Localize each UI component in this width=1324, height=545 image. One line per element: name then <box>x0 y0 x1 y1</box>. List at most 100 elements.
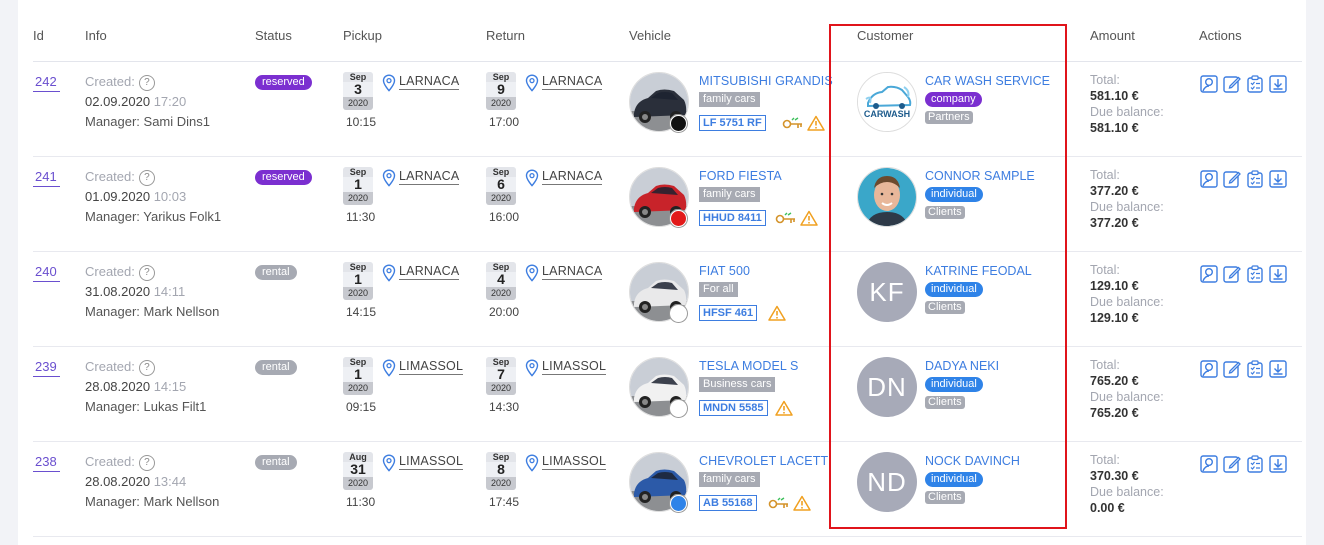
warning-icon[interactable] <box>768 305 786 321</box>
vehicle-color-dot <box>670 495 687 512</box>
header-return[interactable]: Return <box>486 28 525 43</box>
return-location-link[interactable]: LARNACA <box>542 74 603 90</box>
help-icon[interactable]: ? <box>138 75 155 91</box>
bookings-panel: Id Info Status Pickup Return Vehicle Cus… <box>18 0 1306 545</box>
help-icon[interactable]: ? <box>138 360 155 376</box>
header-status[interactable]: Status <box>255 28 292 43</box>
vehicle-category-tag: family cars <box>699 472 760 487</box>
user-search-icon[interactable] <box>1200 265 1218 283</box>
manager-label: Manager: Mark Nellson <box>85 304 219 319</box>
booking-id-link[interactable]: 242 <box>33 74 60 92</box>
header-id[interactable]: Id <box>33 28 44 43</box>
vehicle-plate: LF 5751 RF <box>699 115 766 131</box>
due-balance-value: 129.10 € <box>1090 311 1139 325</box>
table-row: 242 Created:? 02.09.2020 17:20 Manager: … <box>18 62 1306 157</box>
edit-icon[interactable] <box>1223 75 1241 93</box>
key-icon <box>768 497 788 509</box>
key-icon <box>782 117 802 129</box>
checklist-icon[interactable] <box>1246 265 1264 283</box>
checklist-icon[interactable] <box>1246 170 1264 188</box>
edit-icon[interactable] <box>1223 360 1241 378</box>
pickup-location-link[interactable]: LARNACA <box>399 264 460 280</box>
booking-id-link[interactable]: 240 <box>33 264 60 282</box>
total-value: 377.20 € <box>1090 184 1139 198</box>
return-day: 8 <box>497 461 505 477</box>
return-year: 2020 <box>486 477 516 490</box>
return-calendar-icon: Sep 4 2020 <box>486 262 516 300</box>
edit-icon[interactable] <box>1223 170 1241 188</box>
checklist-icon[interactable] <box>1246 455 1264 473</box>
due-balance-value: 581.10 € <box>1090 121 1139 135</box>
warning-icon[interactable] <box>775 400 793 416</box>
header-amount[interactable]: Amount <box>1090 28 1135 43</box>
booking-id-link[interactable]: 241 <box>33 169 60 187</box>
created-time: 13:44 <box>153 474 187 489</box>
created-date: 01.09.2020 <box>85 189 151 204</box>
total-label: Total: <box>1090 73 1120 87</box>
help-icon[interactable]: ? <box>138 170 155 186</box>
download-icon[interactable] <box>1269 75 1287 93</box>
download-icon[interactable] <box>1269 455 1287 473</box>
vehicle-name-link[interactable]: CHEVROLET LACETTI <box>699 454 832 468</box>
manager-label: Manager: Yarikus Folk1 <box>85 209 221 224</box>
download-icon[interactable] <box>1269 360 1287 378</box>
help-icon[interactable]: ? <box>138 455 155 471</box>
pickup-calendar-icon: Sep 1 2020 <box>343 357 373 395</box>
download-icon[interactable] <box>1269 170 1287 188</box>
status-badge: rental <box>255 265 297 280</box>
vehicle-name-link[interactable]: MITSUBISHI GRANDIS <box>699 74 833 88</box>
return-day: 6 <box>497 176 505 192</box>
edit-icon[interactable] <box>1223 265 1241 283</box>
user-search-icon[interactable] <box>1200 360 1218 378</box>
pickup-location-link[interactable]: LARNACA <box>399 74 460 90</box>
edit-icon[interactable] <box>1223 455 1241 473</box>
booking-id-link[interactable]: 238 <box>33 454 60 472</box>
due-balance-value: 377.20 € <box>1090 216 1139 230</box>
warning-icon[interactable] <box>800 210 818 226</box>
checklist-icon[interactable] <box>1246 75 1264 93</box>
manager-name: Manager: Yarikus Folk1 <box>85 209 222 224</box>
row-divider <box>33 536 1302 537</box>
warning-icon[interactable] <box>793 495 811 511</box>
return-day: 7 <box>497 366 505 382</box>
pickup-day: 1 <box>354 271 362 287</box>
location-pin-icon <box>525 74 539 92</box>
return-location-link[interactable]: LIMASSOL <box>542 359 607 375</box>
vehicle-name-link[interactable]: FIAT 500 <box>699 264 750 278</box>
due-balance-value: 765.20 € <box>1090 406 1139 420</box>
location-pin-icon <box>525 169 539 187</box>
status-badge: rental <box>255 360 297 375</box>
pickup-location-link[interactable]: LIMASSOL <box>399 359 464 375</box>
return-location-link[interactable]: LARNACA <box>542 264 603 280</box>
created-label: Created:? <box>85 264 155 281</box>
pickup-location-link[interactable]: LIMASSOL <box>399 454 464 470</box>
table-row: 238 Created:? 28.08.2020 13:44 Manager: … <box>18 442 1306 537</box>
return-day: 9 <box>497 81 505 97</box>
pickup-location-link[interactable]: LARNACA <box>399 169 460 185</box>
return-location-link[interactable]: LIMASSOL <box>542 454 607 470</box>
header-vehicle[interactable]: Vehicle <box>629 28 671 43</box>
header-info[interactable]: Info <box>85 28 107 43</box>
user-search-icon[interactable] <box>1200 455 1218 473</box>
user-search-icon[interactable] <box>1200 170 1218 188</box>
due-balance-label: Due balance: <box>1090 485 1164 499</box>
return-location-link[interactable]: LARNACA <box>542 169 603 185</box>
help-icon[interactable]: ? <box>138 265 155 281</box>
download-icon[interactable] <box>1269 265 1287 283</box>
key-icon <box>775 212 795 224</box>
return-time: 20:00 <box>489 305 520 319</box>
booking-id-link[interactable]: 239 <box>33 359 60 377</box>
checklist-icon[interactable] <box>1246 360 1264 378</box>
warning-icon[interactable] <box>807 115 825 131</box>
vehicle-name-link[interactable]: FORD FIESTA <box>699 169 782 183</box>
created-label: Created:? <box>85 74 155 91</box>
vehicle-color-dot <box>670 115 687 132</box>
return-calendar-icon: Sep 9 2020 <box>486 72 516 110</box>
pickup-year: 2020 <box>343 97 373 110</box>
header-pickup[interactable]: Pickup <box>343 28 382 43</box>
vehicle-category-tag: For all <box>699 282 738 297</box>
created-label-text: Created: <box>85 169 135 184</box>
vehicle-name-link[interactable]: TESLA MODEL S <box>699 359 798 373</box>
user-search-icon[interactable] <box>1200 75 1218 93</box>
location-pin-icon <box>382 359 396 377</box>
